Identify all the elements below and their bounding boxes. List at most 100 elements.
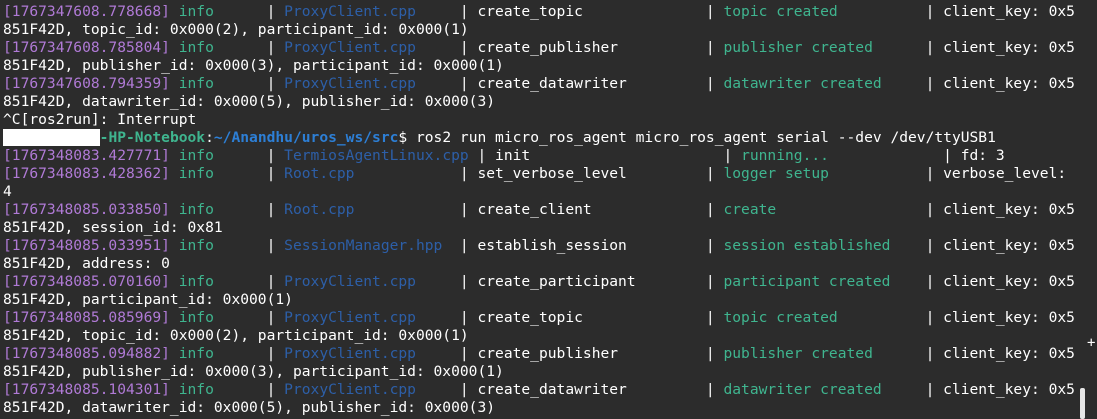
log-function: set_verbose_level xyxy=(477,165,698,182)
log-level: info xyxy=(169,273,258,290)
log-source-file: SessionManager.hpp xyxy=(284,237,452,254)
log-function: create_datawriter xyxy=(477,75,698,92)
log-detail: fd: 3 xyxy=(960,147,1005,164)
log-separator: | xyxy=(916,39,944,56)
log-separator: | xyxy=(916,201,944,218)
log-detail: client_key: 0x5 xyxy=(943,201,1075,218)
log-timestamp: [1767348083.427771] xyxy=(3,147,170,164)
log-function: init xyxy=(495,147,715,164)
log-separator: | xyxy=(916,309,944,326)
log-continuation-text: 851F42D, topic_id: 0x000(2), participant… xyxy=(3,327,469,344)
plus-icon: + xyxy=(1087,335,1096,351)
log-continuation-text: 851F42D, publisher_id: 0x000(3), partici… xyxy=(3,57,504,74)
log-continuation: 851F42D, publisher_id: 0x000(3), partici… xyxy=(3,57,1097,75)
prompt-dollar: $ xyxy=(398,129,416,146)
log-continuation: 851F42D, session_id: 0x81 xyxy=(3,219,1097,237)
log-separator: | xyxy=(451,201,478,218)
log-line: [1767348083.427771] info | TermiosAgentL… xyxy=(3,147,1097,165)
log-separator: | xyxy=(257,39,285,56)
log-separator: | xyxy=(916,345,944,362)
log-continuation: 851F42D, topic_id: 0x000(2), participant… xyxy=(3,21,1097,39)
log-source-file: TermiosAgentLinux.cpp xyxy=(284,147,469,164)
log-continuation-text: 851F42D, topic_id: 0x000(2), participant… xyxy=(3,21,469,38)
log-timestamp: [1767347608.785804] xyxy=(3,39,170,56)
log-separator: | xyxy=(257,273,285,290)
prompt-line: anandhu-Ana-HP-Notebook:~/Anandhu/uros_w… xyxy=(3,129,1097,147)
log-separator: | xyxy=(257,237,285,254)
log-continuation-text: ^C[ros2run]: Interrupt xyxy=(3,111,197,128)
log-continuation: ^C[ros2run]: Interrupt xyxy=(3,111,1097,129)
log-continuation: 851F42D, publisher_id: 0x000(3), partici… xyxy=(3,363,1097,381)
log-detail: client_key: 0x5 xyxy=(943,237,1075,254)
log-message: create xyxy=(723,201,917,218)
log-line: [1767348085.070160] info | ProxyClient.c… xyxy=(3,273,1097,291)
log-continuation: 851F42D, participant_id: 0x000(1) xyxy=(3,291,1097,309)
log-function: create_datawriter xyxy=(477,381,698,398)
prompt-command: ros2 run micro_ros_agent micro_ros_agent… xyxy=(415,129,996,146)
log-continuation: 851F42D, datawriter_id: 0x000(5), publis… xyxy=(3,399,1097,417)
log-separator: | xyxy=(257,309,285,326)
log-separator: | xyxy=(451,345,478,362)
log-level: info xyxy=(169,381,258,398)
log-detail: verbose_level: xyxy=(943,165,1067,182)
log-message: participant created xyxy=(723,273,917,290)
log-detail: client_key: 0x5 xyxy=(943,345,1075,362)
log-separator: | xyxy=(697,201,724,218)
log-level: info xyxy=(169,39,258,56)
log-function: establish_session xyxy=(477,237,698,254)
log-separator: | xyxy=(257,201,285,218)
log-separator: | xyxy=(257,147,285,164)
log-timestamp: [1767348085.033951] xyxy=(3,237,170,254)
log-timestamp: [1767348085.085969] xyxy=(3,309,170,326)
log-message: running... xyxy=(741,147,935,164)
log-separator: | xyxy=(451,273,478,290)
log-continuation: 851F42D, topic_id: 0x000(2), participant… xyxy=(3,327,1097,345)
log-separator: | xyxy=(451,237,478,254)
log-separator: | xyxy=(916,165,944,182)
log-continuation: 851F42D, datawriter_id: 0x000(5), publis… xyxy=(3,93,1097,111)
log-source-file: ProxyClient.cpp xyxy=(284,309,452,326)
log-line: [1767348083.428362] info | Root.cpp | se… xyxy=(3,165,1097,183)
log-separator: | xyxy=(916,381,944,398)
log-separator: | xyxy=(697,309,724,326)
log-continuation: 851F42D, address: 0 xyxy=(3,255,1097,273)
log-message: logger setup xyxy=(723,165,917,182)
terminal-output[interactable]: [1767347608.778668] info | ProxyClient.c… xyxy=(0,0,1097,419)
log-source-file: ProxyClient.cpp xyxy=(284,75,452,92)
log-separator: | xyxy=(451,165,478,182)
log-timestamp: [1767348085.104301] xyxy=(3,381,170,398)
log-separator: | xyxy=(257,345,285,362)
log-message: topic created xyxy=(723,309,917,326)
log-detail: client_key: 0x5 xyxy=(943,39,1075,56)
log-detail: client_key: 0x5 xyxy=(943,75,1075,92)
log-separator: | xyxy=(916,273,944,290)
log-function: create_topic xyxy=(477,3,698,20)
log-detail: client_key: 0x5 xyxy=(943,381,1075,398)
log-message: topic created xyxy=(723,3,917,20)
log-detail: client_key: 0x5 xyxy=(943,3,1075,20)
log-timestamp: [1767347608.794359] xyxy=(3,75,170,92)
log-line: [1767347608.785804] info | ProxyClient.c… xyxy=(3,39,1097,57)
log-separator: | xyxy=(451,39,478,56)
log-level: info xyxy=(169,237,258,254)
log-separator: | xyxy=(257,3,285,20)
log-line: [1767348085.033850] info | Root.cpp | cr… xyxy=(3,201,1097,219)
log-separator: | xyxy=(451,309,478,326)
scrollbar-thumb[interactable] xyxy=(1080,388,1085,419)
log-continuation-text: 851F42D, publisher_id: 0x000(3), partici… xyxy=(3,363,504,380)
log-continuation-text: 851F42D, datawriter_id: 0x000(5), publis… xyxy=(3,93,496,110)
log-continuation-text: 851F42D, session_id: 0x81 xyxy=(3,219,223,236)
log-level: info xyxy=(169,147,258,164)
log-function: create_publisher xyxy=(477,39,698,56)
terminal-lines: [1767347608.778668] info | ProxyClient.c… xyxy=(3,3,1097,419)
log-level: info xyxy=(169,75,258,92)
log-source-file: ProxyClient.cpp xyxy=(284,3,452,20)
log-separator: | xyxy=(697,165,724,182)
log-line: [1767348085.094882] info | ProxyClient.c… xyxy=(3,345,1097,363)
log-level: info xyxy=(169,345,258,362)
log-separator: | xyxy=(697,381,724,398)
log-separator: | xyxy=(257,381,285,398)
log-function: create_publisher xyxy=(477,345,698,362)
log-function: create_client xyxy=(477,201,698,218)
log-timestamp: [1767348085.070160] xyxy=(3,273,170,290)
